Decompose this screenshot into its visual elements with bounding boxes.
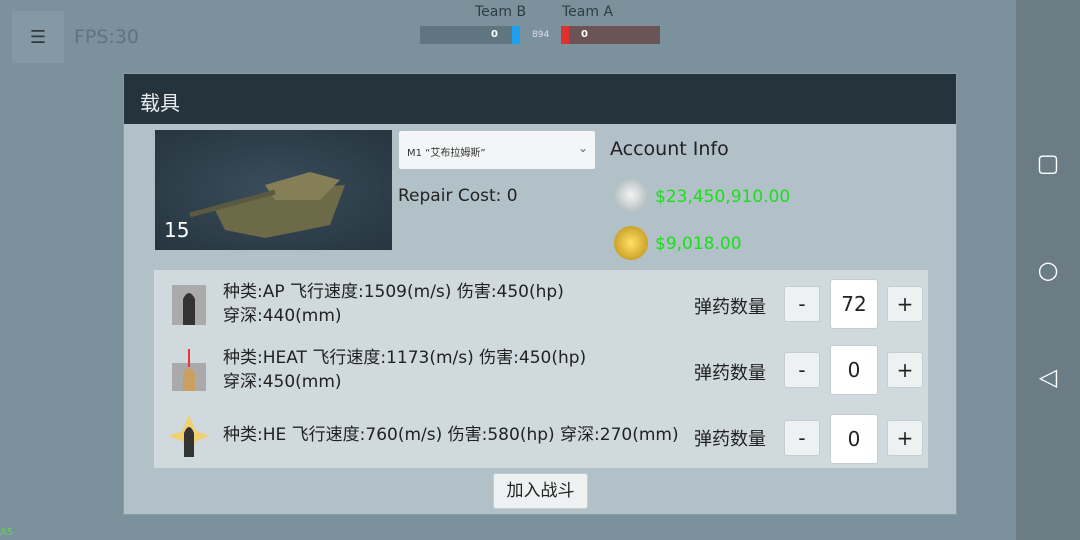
menu-button[interactable]: ☰ <box>12 11 64 63</box>
decrease-button[interactable]: - <box>784 420 820 456</box>
ammo-qty-label: 弹药数量 <box>694 429 766 450</box>
recent-apps-icon[interactable]: ▢ <box>1037 149 1060 177</box>
gold-balance: $9,018.00 <box>655 234 742 254</box>
corner-text: A5 <box>0 527 14 538</box>
team-b-score-bar: 0 <box>420 26 512 44</box>
tank-icon <box>189 172 345 238</box>
ammo-desc: 种类:HEAT 飞行速度:1173(m/s) 伤害:450(hp) <box>223 348 587 368</box>
heat-shell-icon <box>172 349 206 391</box>
ammo-qty-label: 弹药数量 <box>694 363 766 384</box>
increase-button[interactable]: + <box>887 286 923 322</box>
team-a-score-bar: 0 <box>569 26 660 44</box>
vehicle-level: 15 <box>164 218 190 242</box>
center-value: 894 <box>532 30 550 40</box>
fps-counter: FPS:30 <box>74 26 140 48</box>
ammo-qty-label: 弹药数量 <box>694 297 766 318</box>
ammo-desc: 种类:HE 飞行速度:760(m/s) 伤害:580(hp) 穿深:270(mm… <box>223 425 679 445</box>
home-icon[interactable]: ○ <box>1038 256 1059 284</box>
ammo-desc-2: 穿深:440(mm) <box>223 306 342 326</box>
ammo-qty-input[interactable]: 0 <box>830 345 878 395</box>
decrease-button[interactable]: - <box>784 352 820 388</box>
vehicle-panel: 载具 15 M1 “艾布拉姆斯” ⌄ Repair Cost: 0 Account… <box>123 73 957 515</box>
team-a-color-marker <box>561 26 569 44</box>
ammo-qty-input[interactable]: 72 <box>830 279 878 329</box>
silver-coins-icon <box>614 178 648 212</box>
ammo-row-he: 种类:HE 飞行速度:760(m/s) 伤害:580(hp) 穿深:270(mm… <box>154 402 928 468</box>
ammo-desc: 种类:AP 飞行速度:1509(m/s) 伤害:450(hp) <box>223 282 564 302</box>
increase-button[interactable]: + <box>887 352 923 388</box>
vehicle-preview: 15 <box>155 130 392 250</box>
gold-coins-icon <box>614 226 648 260</box>
ammo-row-ap: 种类:AP 飞行速度:1509(m/s) 伤害:450(hp) 穿深:440(mm… <box>154 270 928 336</box>
chevron-down-icon: ⌄ <box>577 141 588 155</box>
ammo-desc-2: 穿深:450(mm) <box>223 372 342 392</box>
join-battle-button[interactable]: 加入战斗 <box>493 473 588 509</box>
ammo-row-heat: 种类:HEAT 飞行速度:1173(m/s) 伤害:450(hp) 穿深:450(… <box>154 336 928 402</box>
panel-title: 载具 <box>124 74 956 124</box>
ammo-list: 种类:AP 飞行速度:1509(m/s) 伤害:450(hp) 穿深:440(mm… <box>154 270 928 468</box>
ammo-qty-input[interactable]: 0 <box>830 414 878 464</box>
he-shell-icon <box>168 415 210 457</box>
android-nav-bar: ▢ ○ ◁ <box>1016 0 1080 540</box>
account-info-title: Account Info <box>610 138 729 160</box>
ap-shell-icon <box>172 285 206 325</box>
team-b-color-marker <box>512 26 520 44</box>
vehicle-select[interactable]: M1 “艾布拉姆斯” ⌄ <box>399 131 595 169</box>
silver-balance: $23,450,910.00 <box>655 187 791 207</box>
increase-button[interactable]: + <box>887 420 923 456</box>
team-b-label: Team B <box>475 4 527 20</box>
back-icon[interactable]: ◁ <box>1039 363 1057 391</box>
decrease-button[interactable]: - <box>784 286 820 322</box>
hamburger-icon: ☰ <box>29 26 47 48</box>
team-a-label: Team A <box>562 4 614 20</box>
repair-cost: Repair Cost: 0 <box>398 186 518 206</box>
